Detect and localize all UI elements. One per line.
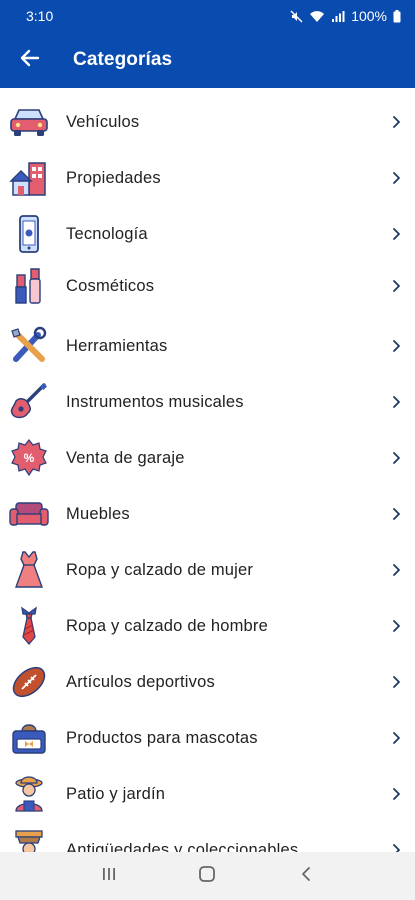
- back-button[interactable]: [0, 32, 58, 88]
- category-item-ropa-mujer[interactable]: Ropa y calzado de mujer: [0, 542, 415, 598]
- chevron-right-icon: [389, 171, 403, 185]
- category-item-cosmeticos[interactable]: Cosméticos: [0, 258, 415, 314]
- category-label: Ropa y calzado de mujer: [66, 560, 254, 579]
- wifi-icon: [309, 10, 325, 23]
- category-item-venta-garaje[interactable]: % Venta de garaje: [0, 430, 415, 486]
- recent-apps-icon: [101, 866, 117, 887]
- category-label: Patio y jardín: [66, 784, 166, 803]
- category-item-patio-jardin[interactable]: Patio y jardín: [0, 766, 415, 822]
- back-icon: [300, 866, 312, 887]
- category-label: Vehículos: [66, 112, 140, 131]
- sofa-icon: [8, 493, 50, 535]
- chevron-right-icon: [389, 675, 403, 689]
- category-item-mascotas[interactable]: Productos para mascotas: [0, 710, 415, 766]
- category-label: Muebles: [66, 504, 130, 523]
- gardener-icon: [8, 773, 50, 815]
- chevron-right-icon: [389, 227, 403, 241]
- tools-icon: [8, 325, 50, 367]
- chevron-right-icon: [389, 563, 403, 577]
- category-label: Antigüedades y coleccionables: [66, 840, 299, 853]
- category-item-herramientas[interactable]: Herramientas: [0, 318, 415, 374]
- chevron-right-icon: [389, 731, 403, 745]
- category-item-propiedades[interactable]: Propiedades: [0, 150, 415, 206]
- status-bar: 3:10 100%: [0, 0, 415, 32]
- football-icon: [8, 661, 50, 703]
- chevron-right-icon: [389, 843, 403, 852]
- category-label: Ropa y calzado de hombre: [66, 616, 269, 635]
- category-label: Propiedades: [66, 168, 161, 187]
- category-label: Productos para mascotas: [66, 728, 258, 747]
- house-icon: [8, 157, 50, 199]
- chevron-right-icon: [389, 339, 403, 353]
- car-icon: [8, 101, 50, 143]
- battery-icon: [393, 9, 401, 23]
- system-back-button[interactable]: [286, 856, 326, 896]
- smartphone-icon: [8, 213, 50, 255]
- category-label: Artículos deportivos: [66, 672, 215, 691]
- category-item-ropa-hombre[interactable]: Ropa y calzado de hombre: [0, 598, 415, 654]
- status-time: 3:10: [26, 8, 54, 24]
- chevron-right-icon: [389, 395, 403, 409]
- category-item-tecnologia[interactable]: Tecnología: [0, 206, 415, 262]
- category-item-instrumentos[interactable]: Instrumentos musicales: [0, 374, 415, 430]
- home-button[interactable]: [187, 856, 227, 896]
- home-icon: [198, 865, 216, 888]
- category-list[interactable]: Vehículos Propiedades Tecnología Cosméti…: [0, 88, 415, 852]
- dress-icon: [8, 549, 50, 591]
- recent-apps-button[interactable]: [89, 856, 129, 896]
- category-item-vehiculos[interactable]: Vehículos: [0, 94, 415, 150]
- chevron-right-icon: [389, 451, 403, 465]
- pet-bed-icon: [8, 717, 50, 759]
- status-icons: 100%: [290, 8, 401, 24]
- category-item-muebles[interactable]: Muebles: [0, 486, 415, 542]
- category-label: Tecnología: [66, 224, 148, 243]
- chevron-right-icon: [389, 279, 403, 293]
- category-item-deportes[interactable]: Artículos deportivos: [0, 654, 415, 710]
- percent-badge-icon: %: [8, 437, 50, 479]
- chevron-right-icon: [389, 507, 403, 521]
- category-label: Venta de garaje: [66, 448, 185, 467]
- cosmetics-icon: [8, 265, 50, 307]
- app-bar: Categorías: [0, 32, 415, 88]
- chevron-right-icon: [389, 619, 403, 633]
- category-label: Instrumentos musicales: [66, 392, 244, 411]
- battery-level: 100%: [351, 8, 387, 24]
- mute-icon: [290, 10, 303, 23]
- guitar-icon: [8, 381, 50, 423]
- signal-icon: [331, 10, 345, 23]
- antique-icon: [8, 829, 50, 852]
- category-label: Herramientas: [66, 336, 168, 355]
- chevron-right-icon: [389, 787, 403, 801]
- arrow-left-icon: [20, 49, 40, 72]
- page-title: Categorías: [73, 49, 173, 70]
- category-item-antiguedades[interactable]: Antigüedades y coleccionables: [0, 822, 415, 852]
- tie-icon: [8, 605, 50, 647]
- system-nav-bar: [0, 852, 415, 900]
- svg-text:%: %: [24, 451, 35, 465]
- category-label: Cosméticos: [66, 276, 155, 295]
- chevron-right-icon: [389, 115, 403, 129]
